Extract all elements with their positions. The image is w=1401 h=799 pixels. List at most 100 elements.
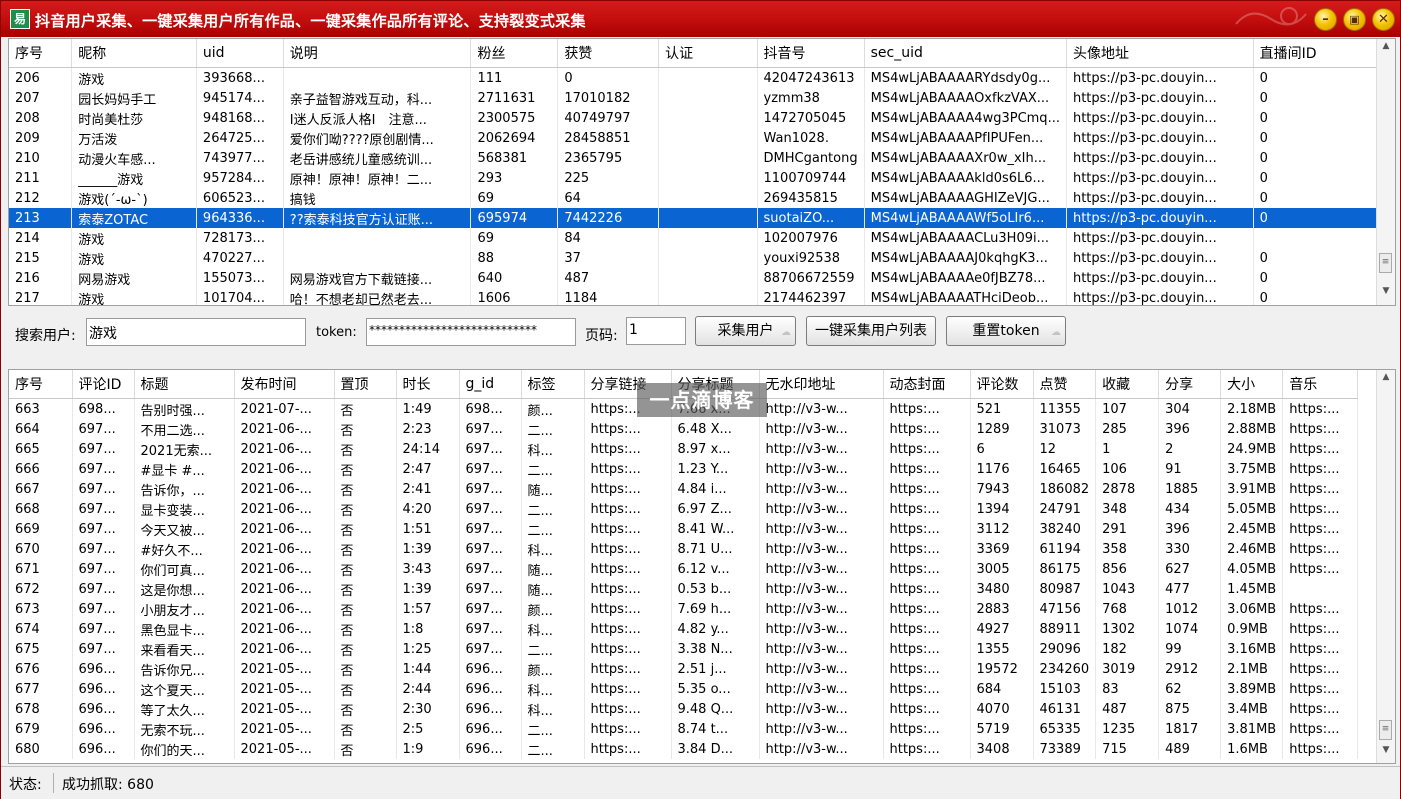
scroll-down-icon[interactable]: ▼ (1377, 745, 1395, 761)
work-row[interactable]: 672 697... 这是你想... 2021-06-... 否 1:39 697... 随.… (9, 579, 1359, 599)
users-table[interactable]: 序号 昵称 uid 说明 粉丝 获赞 认证 抖音号 sec_uid 头像地址 直播间ID 206 游戏… (8, 38, 1396, 306)
column-header[interactable]: 昵称 (71, 39, 197, 68)
table-cell: 2174462397 (757, 288, 865, 305)
scroll-thumb[interactable]: ≡ (1379, 720, 1392, 740)
column-header[interactable]: 直播间ID (1253, 39, 1395, 68)
scroll-up-icon[interactable]: ▲ (1377, 372, 1395, 388)
users-table-scrollbar[interactable]: ▲ ≡ ▼ (1376, 39, 1395, 305)
column-header[interactable]: 头像地址 (1066, 39, 1254, 68)
user-row[interactable]: 206 游戏 393668... 111 0 42047243613 MS4wLjABAAA… (9, 67, 1395, 88)
work-row[interactable]: 674 697... 黑色显卡... 2021-06-... 否 1:8 697... 科..… (9, 619, 1359, 639)
page-input[interactable]: 1 (626, 317, 686, 345)
table-cell: http://v3-w... (759, 639, 884, 659)
collect-users-button[interactable]: 采集用户 ☁ (695, 316, 796, 346)
table-cell: 182 (1095, 639, 1160, 659)
user-row[interactable]: 207 园长妈妈手工 945174... 亲子益智游戏互动，科... 2711631 17… (9, 88, 1395, 108)
work-row[interactable]: 668 697... 显卡变装... 2021-06-... 否 4:20 697... 二.… (9, 499, 1359, 519)
work-row[interactable]: 670 697... #好久不... 2021-06-... 否 1:39 697... 科.… (9, 539, 1359, 559)
column-header[interactable]: 点赞 (1033, 370, 1097, 399)
table-cell: 675 (9, 639, 73, 659)
work-row[interactable]: 675 697... 来看看天... 2021-06-... 否 1:25 697... 二.… (9, 639, 1359, 659)
table-cell: 69 (470, 228, 559, 248)
table-cell: yzmm38 (757, 88, 865, 108)
column-header[interactable]: 抖音号 (757, 39, 865, 68)
work-row[interactable]: 679 696... 无索不玩... 2021-05-... 否 2:5 696... 二..… (9, 719, 1359, 739)
user-row[interactable]: 212 游戏(´-ω-`) 606523... 搞钱 69 64 269435815 MS4w… (9, 188, 1395, 208)
user-row[interactable]: 210 动漫火车感... 743977... 老岳讲感统儿童感统训... 568381 2… (9, 148, 1395, 168)
column-header[interactable]: 分享 (1158, 370, 1222, 399)
maximize-button[interactable]: ▣ (1343, 8, 1366, 31)
table-cell: 28458851 (557, 128, 660, 148)
column-header[interactable]: 动态封面 (883, 370, 971, 399)
column-header[interactable]: 粉丝 (470, 39, 559, 68)
user-row[interactable]: 211 ______游戏 957284... 原神！原神！原神！二... 293 225 1… (9, 168, 1395, 188)
column-header[interactable]: 时长 (396, 370, 460, 399)
column-header[interactable]: 序号 (9, 370, 73, 399)
minimize-button[interactable]: – (1314, 8, 1337, 31)
user-row[interactable]: 216 网易游戏 155073... 网易游戏官方下载链接... 640 487 88706… (9, 268, 1395, 288)
work-row[interactable]: 678 696... 等了太久... 2021-05-... 否 2:30 696... 科.… (9, 699, 1359, 719)
close-button[interactable]: ✕ (1372, 8, 1395, 31)
table-cell: 1:44 (396, 659, 460, 679)
column-header[interactable]: 发布时间 (234, 370, 335, 399)
column-header[interactable]: 置顶 (334, 370, 397, 399)
table-cell (658, 248, 758, 268)
column-header[interactable]: 无水印地址 (759, 370, 884, 399)
table-cell: 61194 (1033, 539, 1097, 559)
user-row[interactable]: 214 游戏 728173... 69 84 102007976 MS4wLjABAAAAC… (9, 228, 1395, 248)
work-row[interactable]: 673 697... 小朋友才... 2021-06-... 否 1:57 697... 颜.… (9, 599, 1359, 619)
scroll-down-icon[interactable]: ▼ (1377, 286, 1395, 302)
table-cell: http://v3-w... (759, 579, 884, 599)
table-cell: 17010182 (557, 88, 660, 108)
column-header[interactable]: sec_uid (864, 39, 1067, 68)
table-cell: https:... (883, 699, 971, 719)
work-row[interactable]: 676 696... 告诉你兄... 2021-05-... 否 1:44 696... 颜.… (9, 659, 1359, 679)
user-row[interactable]: 217 游戏 101704... 哈！不想老却已然老去... 1606 1184 21744… (9, 288, 1395, 305)
user-row[interactable]: 209 万活泼 264725... 爱你们呦????原创剧情... 2062694 284… (9, 128, 1395, 148)
works-table[interactable]: 序号评论ID标题发布时间置顶时长g_id标签分享链接分享标题无水印地址动态封面评… (8, 369, 1396, 764)
search-user-input[interactable]: 游戏 (86, 318, 306, 346)
table-cell: https://p3-pc.douyin... (1066, 67, 1254, 88)
token-input[interactable]: **************************** (366, 318, 576, 346)
column-header[interactable]: 评论数 (970, 370, 1034, 399)
column-header[interactable]: 大小 (1220, 370, 1284, 399)
table-cell: 2883 (970, 599, 1034, 619)
column-header[interactable]: 标题 (134, 370, 235, 399)
user-row[interactable]: 215 游戏 470227... 88 37 youxi92538 MS4wLjABAAAA… (9, 248, 1395, 268)
column-header[interactable]: 获赞 (557, 39, 660, 68)
column-header[interactable]: uid (196, 39, 284, 68)
table-cell: 696... (459, 739, 522, 759)
table-cell: https:... (1282, 539, 1359, 559)
column-header[interactable]: 说明 (283, 39, 472, 68)
table-cell: https:... (584, 539, 672, 559)
work-row[interactable]: 666 697... #显卡 #... 2021-06-... 否 2:47 697... 二… (9, 459, 1359, 479)
table-cell: 二... (521, 499, 585, 519)
reset-token-button[interactable]: 重置token ☁ (946, 316, 1066, 346)
user-row[interactable]: 213 索泰ZOTAC 964336... ??索泰科技官方认证账... 695974 7… (9, 208, 1395, 228)
column-header[interactable]: 收藏 (1095, 370, 1160, 399)
column-header[interactable]: g_id (459, 370, 522, 399)
work-row[interactable]: 677 696... 这个夏天... 2021-05-... 否 2:44 696... 科.… (9, 679, 1359, 699)
column-header[interactable]: 认证 (658, 39, 758, 68)
column-header[interactable]: 序号 (9, 39, 73, 68)
table-cell: https:... (883, 579, 971, 599)
work-row[interactable]: 665 697... 2021无索... 2021-06-... 否 24:14 697..… (9, 439, 1359, 459)
table-cell: 697... (459, 619, 522, 639)
user-row[interactable]: 208 时尚美杜莎 948168... I迷人反派人格I 注意... 2300575 40… (9, 108, 1395, 128)
table-cell: 否 (334, 699, 397, 719)
work-row[interactable]: 664 697... 不用二选... 2021-06-... 否 2:23 697... 二.… (9, 419, 1359, 439)
scroll-up-icon[interactable]: ▲ (1377, 41, 1395, 57)
work-row[interactable]: 680 696... 你们的天... 2021-05-... 否 1:9 696... 二..… (9, 739, 1359, 759)
table-cell: MS4wLjABAAAACLu3H09i... (864, 228, 1067, 248)
scroll-thumb[interactable]: ≡ (1379, 253, 1392, 273)
work-row[interactable]: 667 697... 告诉你，... 2021-06-... 否 2:41 697... 随.… (9, 479, 1359, 499)
work-row[interactable]: 669 697... 今天又被... 2021-06-... 否 1:51 697... 二.… (9, 519, 1359, 539)
table-cell (658, 168, 758, 188)
work-row[interactable]: 671 697... 你们可真... 2021-06-... 否 3:43 697... 随.… (9, 559, 1359, 579)
column-header[interactable]: 音乐 (1282, 370, 1359, 399)
column-header[interactable]: 标签 (521, 370, 585, 399)
table-cell: 627 (1158, 559, 1222, 579)
column-header[interactable]: 评论ID (72, 370, 135, 399)
works-table-scrollbar[interactable]: ▲ ≡ ▼ (1376, 370, 1395, 763)
collect-all-users-button[interactable]: 一键采集用户列表 (806, 316, 936, 346)
